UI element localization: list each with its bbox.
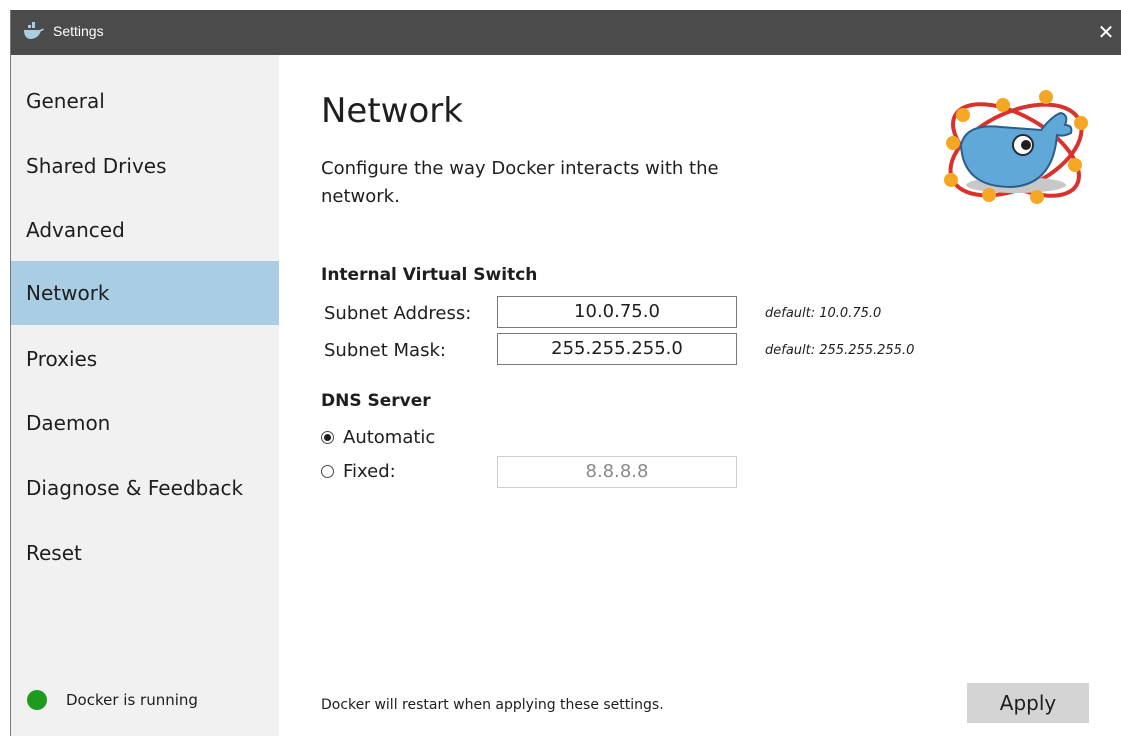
title-bar: Settings ✕ xyxy=(11,10,1121,55)
apply-button[interactable]: Apply xyxy=(967,683,1089,723)
main-panel: Network Configure the way Docker interac… xyxy=(279,55,1121,736)
dns-fixed-option[interactable]: Fixed: xyxy=(321,461,396,482)
status-text: Docker is running xyxy=(66,691,198,709)
dns-automatic-radio[interactable] xyxy=(321,431,334,444)
sidebar-item-general[interactable]: General xyxy=(11,69,279,133)
dns-fixed-input[interactable]: 8.8.8.8 xyxy=(497,456,737,488)
sidebar-item-reset[interactable]: Reset xyxy=(11,521,279,585)
sidebar-item-advanced[interactable]: Advanced xyxy=(11,198,279,262)
docker-whale-icon xyxy=(24,22,44,39)
subnet-mask-input[interactable]: 255.255.255.0 xyxy=(497,333,737,365)
subnet-address-label: Subnet Address: xyxy=(324,303,472,324)
sidebar-item-label: Advanced xyxy=(26,218,125,242)
internal-switch-heading: Internal Virtual Switch xyxy=(321,265,538,285)
sidebar-item-diagnose-feedback[interactable]: Diagnose & Feedback xyxy=(11,456,279,520)
sidebar-item-proxies[interactable]: Proxies xyxy=(11,327,279,391)
subnet-mask-label: Subnet Mask: xyxy=(324,340,446,361)
sidebar-item-shared-drives[interactable]: Shared Drives xyxy=(11,134,279,198)
restart-note: Docker will restart when applying these … xyxy=(321,697,664,713)
sidebar-item-network[interactable]: Network xyxy=(11,261,279,325)
dns-automatic-label: Automatic xyxy=(343,427,436,448)
sidebar-item-label: Proxies xyxy=(26,347,98,371)
page-title: Network xyxy=(321,91,463,131)
sidebar-item-label: Network xyxy=(26,281,110,305)
status-indicator-icon xyxy=(27,690,47,710)
sidebar-item-label: Shared Drives xyxy=(26,154,167,178)
page-description: Configure the way Docker interacts with … xyxy=(321,158,719,207)
sidebar-item-label: Daemon xyxy=(26,411,111,435)
subnet-address-input[interactable]: 10.0.75.0 xyxy=(497,296,737,328)
subnet-address-hint: default: 10.0.75.0 xyxy=(765,306,882,321)
docker-network-logo-icon xyxy=(944,90,1088,204)
dns-fixed-radio[interactable] xyxy=(321,465,334,478)
close-button[interactable]: ✕ xyxy=(1090,10,1121,55)
settings-window: Settings ✕ General Shared Drives Advance… xyxy=(10,10,1121,736)
dns-server-heading: DNS Server xyxy=(321,391,431,411)
dns-fixed-label: Fixed: xyxy=(343,461,396,482)
dns-automatic-option[interactable]: Automatic xyxy=(321,427,435,448)
window-title: Settings xyxy=(53,23,104,39)
sidebar-item-daemon[interactable]: Daemon xyxy=(11,391,279,455)
sidebar: General Shared Drives Advanced Network P… xyxy=(11,55,279,736)
sidebar-item-label: General xyxy=(26,89,105,113)
sidebar-item-label: Reset xyxy=(26,541,82,565)
docker-status: Docker is running xyxy=(11,685,279,715)
sidebar-item-label: Diagnose & Feedback xyxy=(26,476,244,500)
subnet-mask-hint: default: 255.255.255.0 xyxy=(765,343,915,358)
